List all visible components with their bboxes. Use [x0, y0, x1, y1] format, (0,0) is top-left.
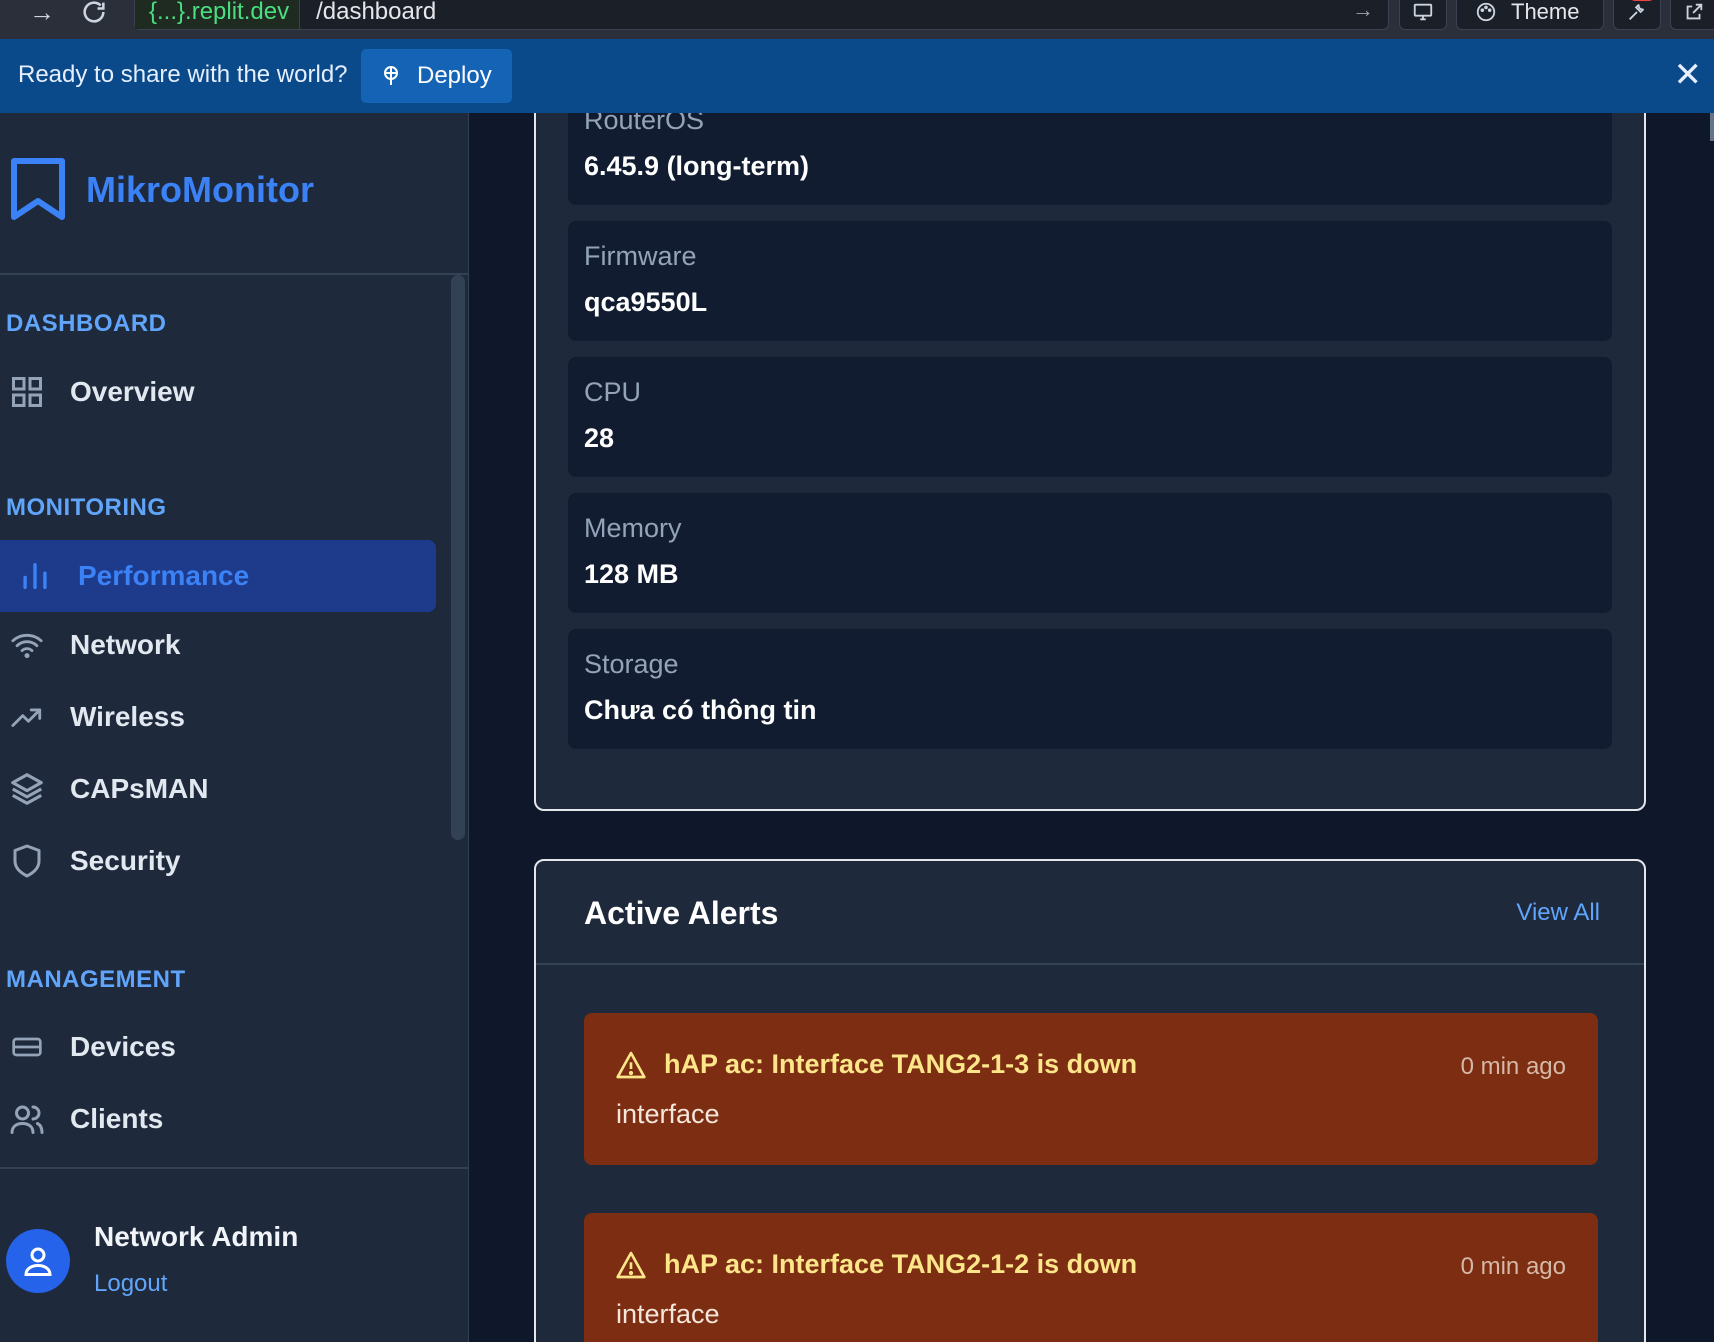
warning-icon: [614, 1249, 648, 1286]
alert-item[interactable]: hAP ac: Interface TANG2-1-3 is down 0 mi…: [584, 1013, 1598, 1165]
info-value: qca9550L: [584, 287, 708, 317]
shield-icon: [0, 841, 54, 881]
reload-icon[interactable]: [76, 0, 112, 24]
divider: [0, 1167, 469, 1169]
divider: [0, 273, 469, 275]
deploy-label: Deploy: [417, 62, 492, 89]
sidebar-item-label: Devices: [70, 1031, 176, 1062]
main-content: RouterOS 6.45.9 (long-term) Firmware qca…: [470, 113, 1714, 1342]
tools-button[interactable]: [1613, 0, 1661, 30]
url-host: {...}.replit.dev: [135, 0, 301, 29]
sidebar-item-label: CAPsMAN: [70, 773, 209, 804]
info-row-storage: Storage Chưa có thông tin: [568, 629, 1612, 749]
notification-dot: [1630, 0, 1654, 1]
alert-time: 0 min ago: [1460, 1253, 1566, 1280]
sidebar: MikroMonitor DASHBOARD Overview MONITORI…: [0, 113, 469, 1342]
grid-icon: [0, 372, 54, 412]
bookmark-logo-icon: [11, 158, 65, 220]
user-name: Network Admin: [94, 1221, 299, 1252]
sidebar-item-label: Clients: [70, 1103, 164, 1134]
theme-label: Theme: [1511, 0, 1580, 24]
alerts-header: Active Alerts View All: [536, 861, 1644, 965]
users-icon: [0, 1099, 54, 1139]
info-row-firmware: Firmware qca9550L: [568, 221, 1612, 341]
sidebar-item-wireless[interactable]: Wireless: [0, 684, 436, 750]
info-row-routeros: RouterOS 6.45.9 (long-term): [568, 113, 1612, 205]
alert-time: 0 min ago: [1460, 1053, 1566, 1080]
deploy-banner: Ready to share with the world? Deploy ✕: [0, 39, 1714, 113]
sidebar-item-performance[interactable]: Performance: [0, 540, 436, 612]
deploy-icon: [384, 66, 398, 85]
sidebar-item-security[interactable]: Security: [0, 828, 436, 894]
section-monitoring: MONITORING: [6, 494, 167, 521]
info-value: Chưa có thông tin: [584, 695, 817, 725]
go-arrow-icon[interactable]: →: [1352, 0, 1374, 23]
alert-item[interactable]: hAP ac: Interface TANG2-1-2 is down 0 mi…: [584, 1213, 1598, 1342]
warning-icon: [614, 1049, 648, 1086]
user-icon: [24, 1247, 52, 1276]
sidebar-item-label: Performance: [78, 560, 250, 591]
external-link-icon: [1686, 3, 1703, 20]
sidebar-item-label: Network: [70, 629, 181, 660]
wifi-icon: [0, 625, 54, 665]
sidebar-item-devices[interactable]: Devices: [0, 1014, 436, 1080]
info-label: CPU: [584, 377, 642, 407]
server-icon: [0, 1027, 54, 1067]
deploy-button[interactable]: Deploy: [361, 49, 512, 103]
url-path: /dashboard: [316, 0, 437, 25]
trending-up-icon: [0, 697, 54, 737]
close-icon[interactable]: ✕: [1674, 55, 1703, 95]
active-alerts-card: Active Alerts View All hAP ac: Interface…: [534, 859, 1646, 1342]
sidebar-item-clients[interactable]: Clients: [0, 1086, 436, 1152]
sidebar-item-label: Wireless: [70, 701, 185, 732]
browser-toolbar: → {...}.replit.dev /dashboard → Theme: [0, 0, 1714, 39]
bar-chart-icon: [8, 556, 62, 596]
brand[interactable]: MikroMonitor: [8, 157, 314, 223]
palette-icon: [1476, 2, 1496, 22]
open-new-tab-button[interactable]: [1670, 0, 1714, 30]
sidebar-item-capsman[interactable]: CAPsMAN: [0, 756, 436, 822]
section-management: MANAGEMENT: [6, 966, 186, 993]
view-all-link[interactable]: View All: [1516, 899, 1600, 927]
alert-type: interface: [616, 1099, 720, 1129]
alerts-title: Active Alerts: [584, 895, 779, 931]
theme-button[interactable]: Theme: [1456, 0, 1604, 30]
info-value: 28: [584, 423, 615, 453]
alert-type: interface: [616, 1299, 720, 1329]
sidebar-item-label: Overview: [70, 376, 195, 407]
section-dashboard: DASHBOARD: [6, 310, 167, 337]
info-label: RouterOS: [584, 113, 705, 135]
avatar[interactable]: [6, 1229, 70, 1293]
info-label: Storage: [584, 649, 679, 679]
monitor-icon: [1413, 3, 1433, 21]
sidebar-item-overview[interactable]: Overview: [0, 359, 436, 425]
alert-title: hAP ac: Interface TANG2-1-2 is down: [664, 1249, 1138, 1279]
info-row-cpu: CPU 28: [568, 357, 1612, 477]
sidebar-item-network[interactable]: Network: [0, 612, 436, 678]
brand-name: MikroMonitor: [86, 169, 314, 210]
forward-icon[interactable]: →: [24, 0, 60, 27]
sidebar-item-label: Security: [70, 845, 181, 876]
logout-link[interactable]: Logout: [94, 1270, 167, 1298]
banner-text: Ready to share with the world?: [18, 61, 348, 88]
page-scrollbar[interactable]: [1710, 113, 1714, 141]
wrench-icon: [1629, 4, 1645, 20]
address-bar[interactable]: {...}.replit.dev /dashboard →: [134, 0, 1389, 30]
layers-icon: [0, 769, 54, 809]
info-label: Firmware: [584, 241, 697, 271]
info-value: 128 MB: [584, 559, 679, 589]
devtools-button[interactable]: [1399, 0, 1447, 30]
info-label: Memory: [584, 513, 682, 543]
sidebar-scrollbar[interactable]: [451, 275, 465, 840]
info-value: 6.45.9 (long-term): [584, 151, 810, 181]
alert-title: hAP ac: Interface TANG2-1-3 is down: [664, 1049, 1138, 1079]
device-info-card: RouterOS 6.45.9 (long-term) Firmware qca…: [534, 113, 1646, 811]
info-row-memory: Memory 128 MB: [568, 493, 1612, 613]
